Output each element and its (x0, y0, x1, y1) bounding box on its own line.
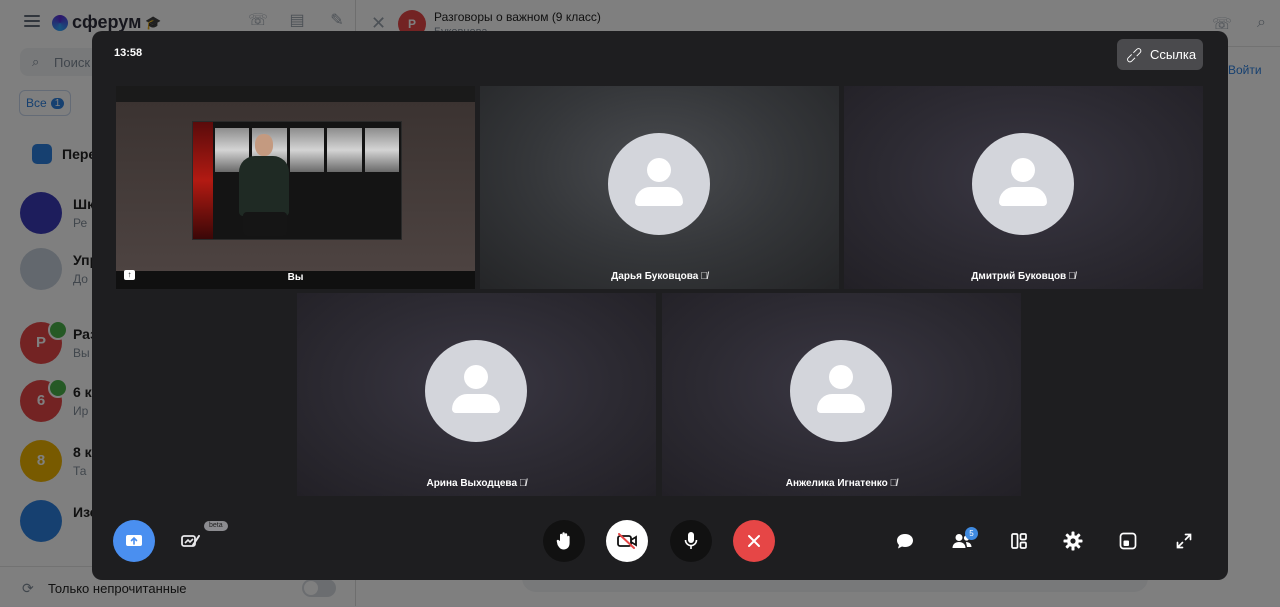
participant-avatar-placeholder (425, 340, 527, 442)
camera-off-icon (617, 533, 637, 549)
layout-button[interactable] (1004, 526, 1034, 556)
shared-video-frame (192, 121, 402, 240)
gear-icon (1063, 531, 1083, 551)
fullscreen-icon (1176, 533, 1192, 549)
raise-hand-button[interactable] (543, 520, 585, 562)
participant-label: Анжелика Игнатенко 🎙̸ (662, 478, 1021, 489)
hang-up-icon (748, 535, 760, 547)
video-call-window: 13:58 ⊂⊃ Ссылка ↑ Вы Дарья Буковцова 🎙̸ Д… (92, 31, 1228, 580)
video-backdrop-red (193, 122, 213, 239)
screen-share-button[interactable] (113, 520, 155, 562)
participant-label: Дмитрий Буковцов 🎙̸ (844, 271, 1203, 282)
camera-toggle-button[interactable] (606, 520, 648, 562)
link-icon: ⊂⊃ (1121, 42, 1147, 67)
participant-tile[interactable]: Дарья Буковцова 🎙̸ (480, 86, 839, 289)
self-video-tile[interactable]: ↑ Вы (116, 86, 475, 289)
settings-button[interactable] (1058, 526, 1088, 556)
copy-link-label: Ссылка (1150, 47, 1197, 62)
mic-muted-icon: 🎙̸ (889, 478, 898, 489)
call-timer: 13:58 (114, 47, 143, 59)
beta-badge: beta (204, 521, 228, 531)
drawing-icon (181, 535, 200, 547)
fullscreen-button[interactable] (1169, 526, 1199, 556)
video-person (233, 134, 295, 238)
layout-grid-icon (1011, 533, 1027, 549)
participant-avatar-placeholder (608, 133, 710, 235)
participant-name: Арина Выходцева (426, 478, 518, 489)
participant-name: Дмитрий Буковцов (971, 271, 1067, 282)
hang-up-button[interactable] (733, 520, 775, 562)
participant-name: Дарья Буковцова (611, 271, 699, 282)
participant-tile[interactable]: Арина Выходцева 🎙̸ (297, 293, 656, 496)
participant-avatar-placeholder (972, 133, 1074, 235)
participant-avatar-placeholder (790, 340, 892, 442)
chat-button[interactable] (890, 526, 920, 556)
mic-muted-icon: 🎙̸ (1068, 271, 1076, 282)
participant-tile[interactable]: Дмитрий Буковцов 🎙̸ (844, 86, 1203, 289)
microphone-icon (684, 532, 698, 549)
participants-count-badge: 5 (965, 527, 978, 540)
participant-label: Арина Выходцева 🎙̸ (297, 478, 656, 489)
screen-share-icon (126, 535, 142, 546)
picture-in-picture-icon (1119, 532, 1137, 550)
participant-name: Анжелика Игнатенко (785, 478, 888, 489)
raise-hand-icon (556, 532, 570, 550)
participant-tile[interactable]: Анжелика Игнатенко 🎙̸ (662, 293, 1021, 496)
chat-bubble-icon (897, 534, 913, 549)
participant-label: Дарья Буковцова 🎙̸ (480, 271, 839, 282)
microphone-button[interactable] (670, 520, 712, 562)
participant-name: Вы (287, 272, 304, 283)
picture-in-picture-button[interactable] (1113, 526, 1143, 556)
copy-link-button[interactable]: ⊂⊃ Ссылка (1117, 39, 1203, 70)
mic-muted-icon: 🎙̸ (700, 271, 708, 282)
drawing-button[interactable] (176, 526, 206, 556)
mic-muted-icon: 🎙̸ (519, 478, 527, 489)
